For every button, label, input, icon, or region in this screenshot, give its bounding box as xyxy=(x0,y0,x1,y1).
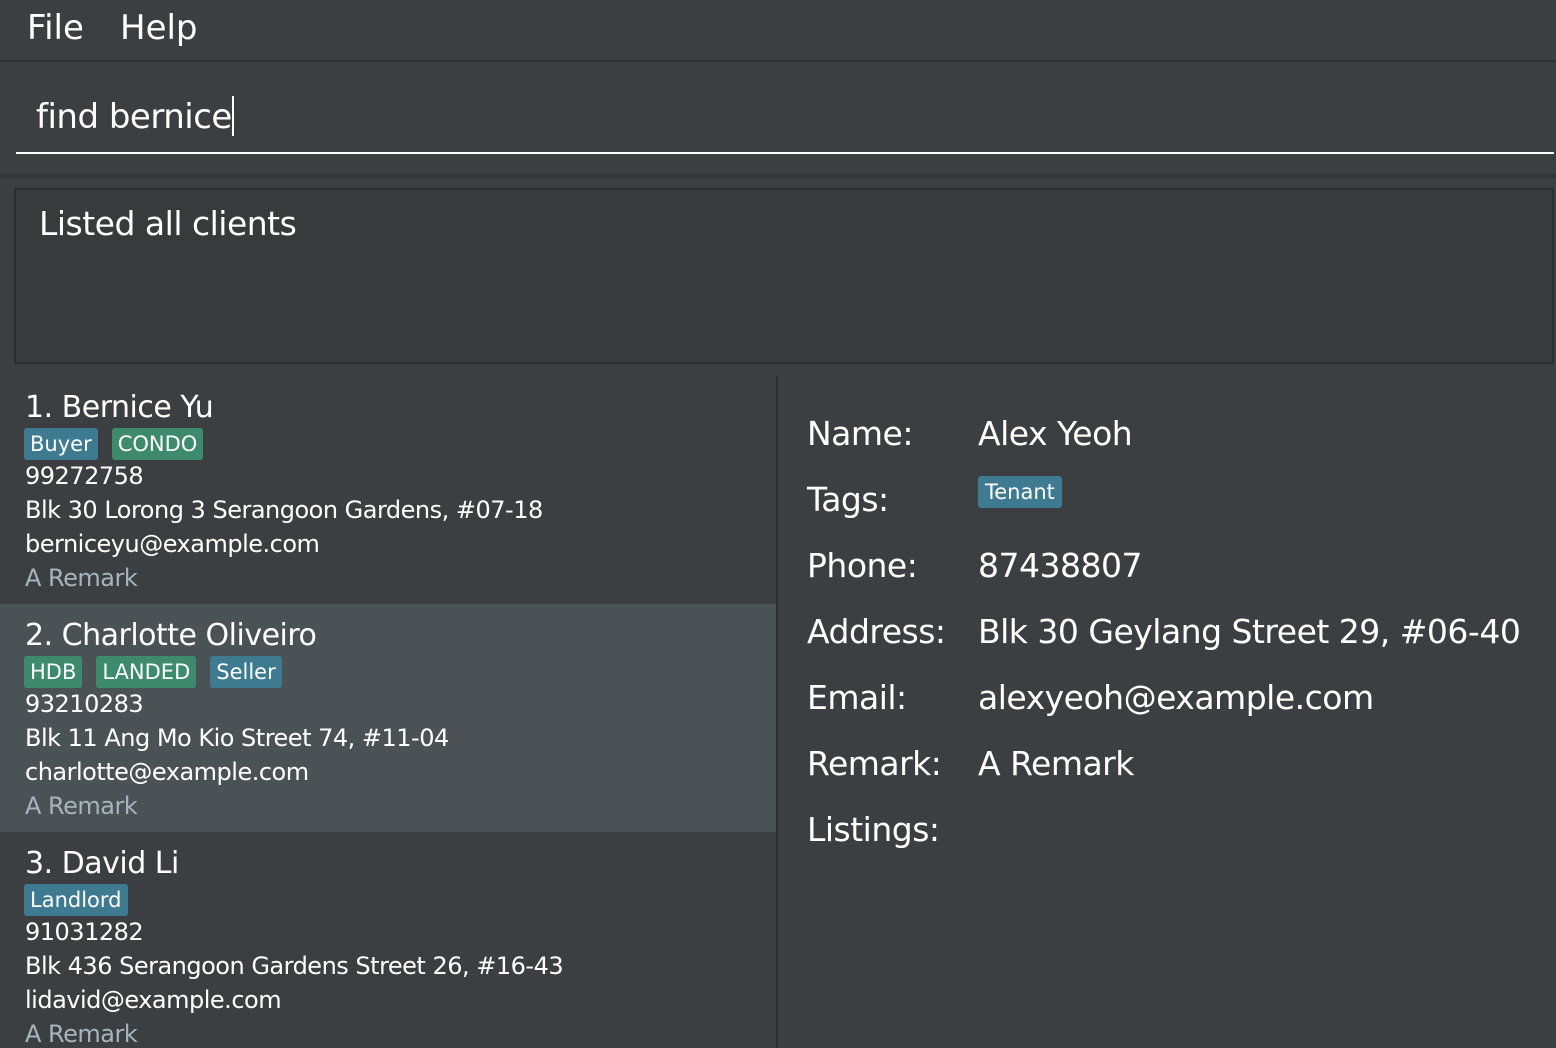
command-input-text: find bernice xyxy=(36,96,234,137)
command-value: find bernice xyxy=(36,97,232,137)
client-remark: A Remark xyxy=(25,564,138,592)
menu-file[interactable]: File xyxy=(27,8,84,48)
tag-badge: HDB xyxy=(24,656,83,688)
client-card[interactable]: 3. David Li Landlord 91031282 Blk 436 Se… xyxy=(0,832,776,1048)
detail-tag-badge: Tenant xyxy=(978,476,1062,508)
text-caret xyxy=(231,96,234,136)
client-address: Blk 436 Serangoon Gardens Street 26, #16… xyxy=(25,952,564,980)
client-phone: 99272758 xyxy=(25,462,144,490)
command-area: find bernice xyxy=(0,62,1556,178)
client-name: 1. Bernice Yu xyxy=(25,390,214,425)
client-detail-panel: Name: Alex Yeoh Tags: Tenant Phone: 8743… xyxy=(778,376,1556,1048)
client-tags: HDB LANDED Seller xyxy=(24,656,282,688)
tag-badge: Seller xyxy=(210,656,282,688)
client-name: 2. Charlotte Oliveiro xyxy=(25,618,317,653)
result-message: Listed all clients xyxy=(39,204,297,243)
client-address: Blk 30 Lorong 3 Serangoon Gardens, #07-1… xyxy=(25,496,543,524)
client-card[interactable]: 2. Charlotte Oliveiro HDB LANDED Seller … xyxy=(0,604,776,832)
detail-phone-label: Phone: xyxy=(807,546,918,585)
detail-tags-label: Tags: xyxy=(807,480,889,519)
command-input[interactable]: find bernice xyxy=(16,62,1554,154)
client-phone: 91031282 xyxy=(25,918,144,946)
tag-badge: Landlord xyxy=(24,884,128,916)
client-remark: A Remark xyxy=(25,1020,138,1048)
menu-help[interactable]: Help xyxy=(120,8,198,48)
client-email: lidavid@example.com xyxy=(25,986,282,1014)
detail-email-label: Email: xyxy=(807,678,907,717)
client-phone: 93210283 xyxy=(25,690,144,718)
tag-badge: Buyer xyxy=(24,428,98,460)
menu-bar: File Help xyxy=(0,0,1556,62)
client-name: 3. David Li xyxy=(25,846,179,881)
client-tags: Buyer CONDO xyxy=(24,428,204,460)
client-email: berniceyu@example.com xyxy=(25,530,320,558)
client-address: Blk 11 Ang Mo Kio Street 74, #11-04 xyxy=(25,724,449,752)
client-email: charlotte@example.com xyxy=(25,758,309,786)
client-tags: Landlord xyxy=(24,884,128,916)
client-list[interactable]: 1. Bernice Yu Buyer CONDO 99272758 Blk 3… xyxy=(0,376,776,1048)
detail-address-label: Address: xyxy=(807,612,946,651)
client-remark: A Remark xyxy=(25,792,138,820)
detail-email-value: alexyeoh@example.com xyxy=(978,678,1374,717)
detail-name-value: Alex Yeoh xyxy=(978,414,1133,453)
detail-address-value: Blk 30 Geylang Street 29, #06-40 xyxy=(978,612,1521,651)
tag-badge: LANDED xyxy=(96,656,197,688)
result-area: Listed all clients xyxy=(0,178,1556,374)
result-display[interactable]: Listed all clients xyxy=(14,188,1554,364)
detail-remark-label: Remark: xyxy=(807,744,942,783)
detail-name-label: Name: xyxy=(807,414,913,453)
detail-listings-label: Listings: xyxy=(807,810,940,849)
client-card[interactable]: 1. Bernice Yu Buyer CONDO 99272758 Blk 3… xyxy=(0,376,776,604)
tag-badge: CONDO xyxy=(111,428,204,460)
detail-phone-value: 87438807 xyxy=(978,546,1142,585)
detail-remark-value: A Remark xyxy=(978,744,1134,783)
